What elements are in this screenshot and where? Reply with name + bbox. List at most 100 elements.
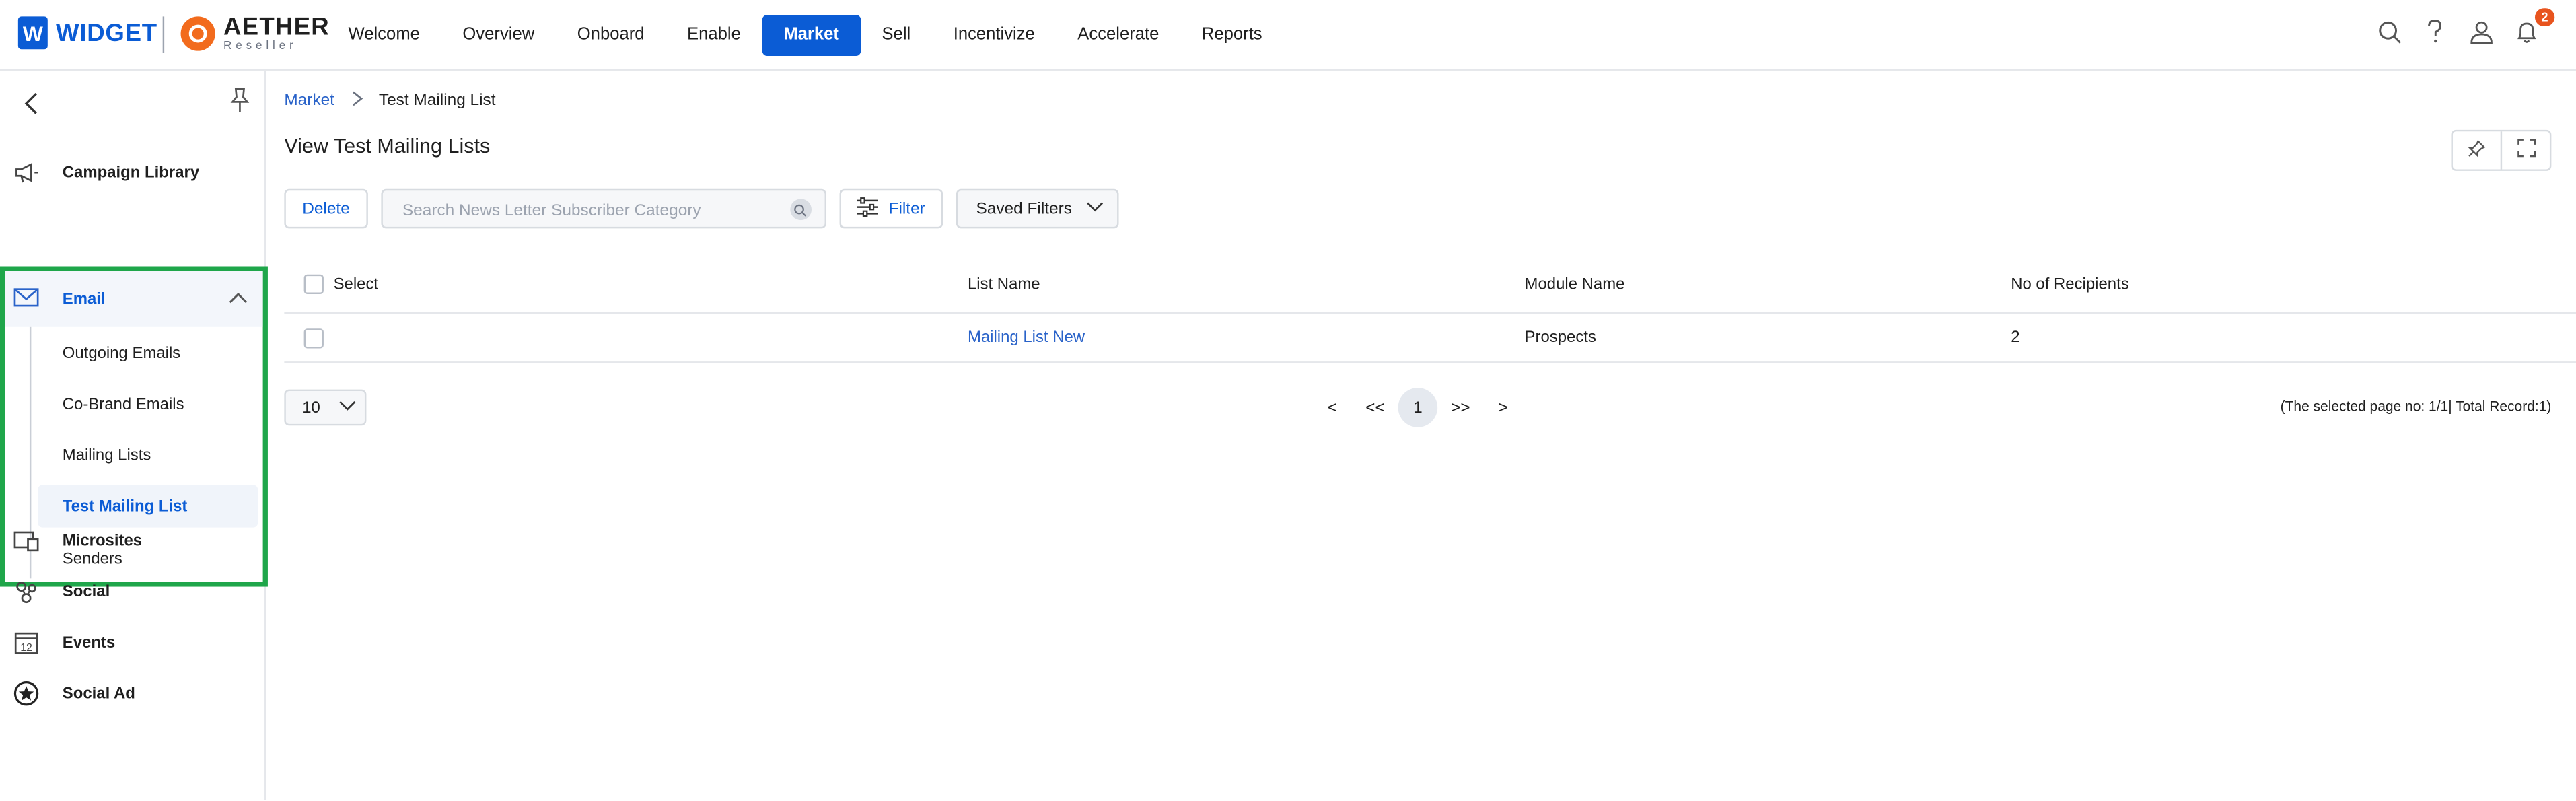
pin-icon — [2468, 135, 2486, 165]
recipients-cell: 2 — [2011, 328, 2020, 347]
calendar-icon: 12 — [13, 629, 40, 656]
search-input[interactable] — [399, 197, 767, 224]
sidebar-subitem-label: Mailing Lists — [62, 446, 151, 464]
header-recipients[interactable]: No of Recipients — [2011, 256, 2129, 312]
sidebar-item-social[interactable]: Social — [0, 567, 264, 616]
collapse-sidebar-icon[interactable] — [20, 90, 42, 125]
prev-page-button[interactable]: < — [1311, 398, 1353, 417]
notification-badge: 2 — [2534, 8, 2555, 27]
sidebar: Campaign Library Email Outgoing Emails C… — [0, 70, 268, 800]
breadcrumb-market[interactable]: Market — [284, 92, 334, 110]
sidebar-item-social-ad[interactable]: Social Ad — [0, 669, 264, 718]
chevron-up-icon[interactable] — [228, 287, 248, 317]
nav-enable[interactable]: Enable — [666, 15, 762, 56]
sidebar-item-events[interactable]: 12 Events — [0, 618, 264, 667]
first-page-button[interactable]: << — [1354, 398, 1396, 417]
search-icon[interactable] — [790, 199, 812, 221]
header-select-cell: Select — [303, 256, 379, 312]
saved-filters-dropdown[interactable]: Saved Filters — [956, 188, 1118, 229]
sliders-icon — [856, 196, 879, 221]
chevron-down-icon — [338, 398, 357, 417]
row-checkbox[interactable] — [303, 328, 324, 348]
star-badge-icon — [13, 681, 40, 707]
nav-sell[interactable]: Sell — [861, 15, 932, 56]
sidebar-item-label: Social Ad — [62, 684, 135, 703]
table-row: Mailing List New Prospects 2 — [284, 314, 2576, 363]
logo-divider — [162, 16, 165, 53]
main-content: Market Test Mailing List View Test Maili… — [266, 71, 2576, 800]
bell-icon[interactable]: 2 — [2513, 8, 2555, 44]
records-summary: (The selected page no: 1/1| Total Record… — [2280, 397, 2552, 415]
widget-logo[interactable]: W WIDGET — [17, 16, 157, 50]
breadcrumb-current: Test Mailing List — [378, 92, 496, 110]
filter-label: Filter — [888, 199, 925, 218]
nav-overview[interactable]: Overview — [441, 15, 556, 56]
header-module-name[interactable]: Module Name — [1525, 256, 1625, 312]
chevron-down-icon — [1085, 200, 1103, 218]
sidebar-item-campaign-library[interactable]: Campaign Library — [0, 148, 264, 197]
search-box — [381, 188, 826, 229]
sidebar-subitem-label: Outgoing Emails — [62, 344, 181, 363]
sidebar-subitem-label: Test Mailing List — [62, 497, 188, 516]
header-select: Select — [333, 275, 379, 293]
page-size-select[interactable]: 10 — [284, 389, 367, 426]
header-list-name[interactable]: List Name — [968, 256, 1040, 312]
social-icon — [13, 578, 40, 604]
nav-welcome[interactable]: Welcome — [327, 15, 441, 56]
next-page-button[interactable]: > — [1482, 398, 1524, 417]
sidebar-item-label: Microsites — [62, 531, 143, 550]
envelope-icon — [13, 286, 40, 312]
mailing-list-table: Select List Name Module Name No of Recip… — [284, 256, 2576, 363]
sidebar-item-email[interactable]: Email — [5, 271, 263, 327]
main-nav: Welcome Overview Onboard Enable Market S… — [327, 14, 1284, 57]
list-name-link[interactable]: Mailing List New — [968, 314, 1085, 361]
header-actions: 2 — [2375, 8, 2555, 44]
sidebar-subitem-label: Co-Brand Emails — [62, 395, 184, 413]
calendar-icon-day: 12 — [20, 642, 32, 654]
select-all-checkbox[interactable] — [303, 274, 324, 294]
delete-button[interactable]: Delete — [284, 188, 368, 229]
pin-icon[interactable] — [230, 87, 250, 121]
fullscreen-button[interactable] — [2500, 131, 2550, 170]
row-select-cell — [303, 314, 324, 361]
page-size-value: 10 — [302, 398, 320, 417]
top-bar: W WIDGET AETHER Reseller Welcome Overvie… — [0, 0, 2576, 71]
page-title: View Test Mailing Lists — [284, 135, 491, 158]
sidebar-item-label: Events — [62, 633, 116, 652]
list-toolbar: Delete Filter Saved Filters — [284, 188, 1118, 229]
help-icon[interactable] — [2422, 18, 2448, 44]
aether-logo-title: AETHER — [223, 13, 330, 42]
pin-view-button[interactable] — [2453, 131, 2501, 169]
pagination: < << 1 >> > — [1311, 388, 1524, 427]
view-tools — [2451, 129, 2552, 171]
nav-incentivize[interactable]: Incentivize — [932, 15, 1057, 56]
nav-reports[interactable]: Reports — [1180, 15, 1283, 56]
saved-filters-label: Saved Filters — [976, 199, 1072, 218]
current-page-button[interactable]: 1 — [1398, 388, 1438, 427]
nav-market[interactable]: Market — [762, 14, 861, 57]
search-icon[interactable] — [2375, 18, 2402, 44]
module-name-cell: Prospects — [1524, 328, 1596, 347]
sidebar-item-microsites[interactable]: Microsites — [0, 516, 264, 565]
last-page-button[interactable]: >> — [1439, 398, 1482, 417]
aether-logo-icon — [180, 16, 215, 51]
sidebar-subitem-mailing-lists[interactable]: Mailing Lists — [38, 434, 258, 477]
nav-accelerate[interactable]: Accelerate — [1057, 15, 1181, 56]
sidebar-subitem-outgoing-emails[interactable]: Outgoing Emails — [38, 332, 258, 374]
sidebar-item-label: Campaign Library — [62, 163, 200, 182]
widget-logo-mark: W — [17, 16, 48, 50]
nav-onboard[interactable]: Onboard — [556, 15, 666, 56]
widget-logo-text: WIDGET — [56, 19, 157, 47]
sidebar-item-label: Social — [62, 582, 110, 601]
breadcrumb: Market Test Mailing List — [284, 90, 496, 112]
filter-button[interactable]: Filter — [839, 188, 943, 229]
table-header: Select List Name Module Name No of Recip… — [284, 256, 2576, 314]
sidebar-subitem-co-brand-emails[interactable]: Co-Brand Emails — [38, 383, 258, 425]
megaphone-icon — [13, 160, 40, 186]
sidebar-item-label: Email — [62, 289, 106, 308]
user-icon[interactable] — [2468, 18, 2494, 44]
fullscreen-icon — [2516, 135, 2536, 165]
aether-logo-subtitle: Reseller — [223, 41, 297, 53]
aether-logo[interactable]: AETHER Reseller — [180, 13, 330, 53]
chevron-right-icon — [351, 90, 363, 112]
